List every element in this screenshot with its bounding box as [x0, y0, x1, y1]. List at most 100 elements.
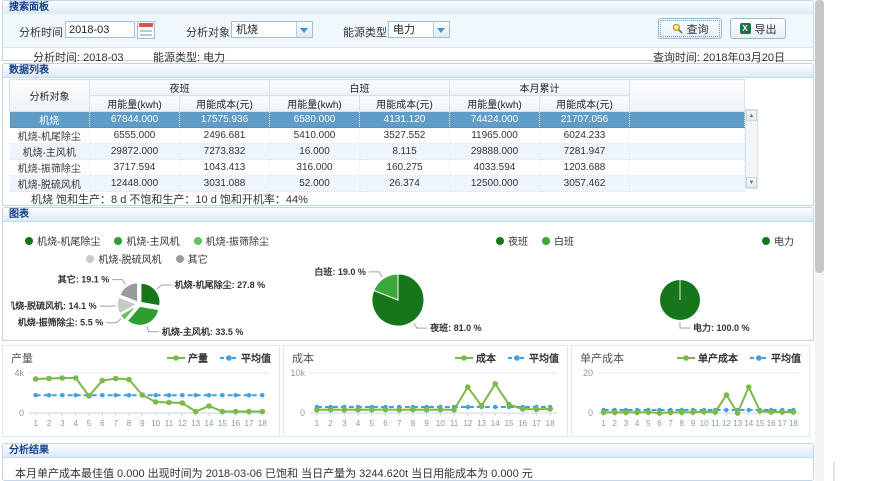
legend-item[interactable]: 机烧-主风机 [114, 233, 179, 248]
legend-item[interactable]: 夜班 [496, 233, 528, 248]
column-header-object[interactable]: 分析对象 [10, 80, 90, 112]
scroll-down-icon[interactable]: ▼ [746, 177, 757, 188]
analysis-object-label: 分析对象 [186, 24, 230, 40]
table-row[interactable]: 机烧-机尾除尘6555.0002496.6815410.0003527.5521… [10, 128, 745, 144]
svg-text:3: 3 [624, 419, 629, 428]
excel-icon: X [740, 23, 751, 34]
analysis-time-input[interactable] [65, 21, 135, 38]
query-button[interactable]: 查询 [658, 18, 722, 39]
analysis-object-select[interactable]: 机烧 [231, 21, 313, 38]
legend-item[interactable]: 产量 [167, 350, 208, 365]
svg-text:5: 5 [87, 419, 92, 428]
svg-text:7: 7 [113, 419, 118, 428]
column-group-header[interactable]: 本月累计 [450, 80, 630, 96]
search-panel-title: 搜索面板 [3, 1, 813, 15]
chevron-down-icon[interactable] [433, 22, 449, 37]
svg-text:白班: 19.0 %: 白班: 19.0 % [314, 266, 366, 277]
legend-item[interactable]: 成本 [455, 350, 496, 365]
svg-text:18: 18 [258, 419, 267, 428]
app-screen: 搜索面板 分析时间 分析对象 机烧 能源类型 电力 [0, 0, 872, 481]
svg-text:8: 8 [680, 419, 685, 428]
svg-text:10k: 10k [290, 368, 305, 378]
column-group-header[interactable]: 白班 [270, 80, 450, 96]
line-chart-production: 产量 产量 平均值4k0123456789101112131415161718 [2, 345, 280, 437]
column-subheader[interactable]: 用能量(kwh) [90, 96, 180, 112]
table-row[interactable]: 机烧-振筛除尘3717.5941043.413316.000160.275403… [10, 160, 745, 176]
svg-text:15: 15 [755, 419, 764, 428]
line-chart-svg: 4k0123456789101112131415161718 [3, 365, 277, 435]
table-row[interactable]: 机烧-主风机29872.0007273.83216.0008.11529888.… [10, 144, 745, 160]
svg-text:4: 4 [635, 419, 640, 428]
legend-item[interactable]: 机烧-机尾除尘 [25, 233, 100, 248]
search-panel: 搜索面板 分析时间 分析对象 机烧 能源类型 电力 [2, 0, 814, 61]
svg-text:14: 14 [744, 419, 753, 428]
pie-chart-energy-type: 电力电力: 100.0 % [593, 224, 808, 338]
legend-line-icon [677, 354, 695, 362]
svg-text:10: 10 [436, 419, 445, 428]
legend-dot-icon [762, 237, 770, 245]
page-scrollbar-thumb[interactable] [815, 0, 824, 273]
line-chart-title: 产量 [11, 350, 33, 366]
svg-text:14: 14 [491, 419, 500, 428]
table-row[interactable]: 机烧67844.00017575.9366580.0004131.1207442… [10, 112, 745, 128]
column-subheader[interactable]: 用能成本(元) [180, 96, 270, 112]
svg-text:16: 16 [518, 419, 527, 428]
chevron-down-icon[interactable] [296, 22, 312, 37]
svg-text:9: 9 [140, 419, 145, 428]
svg-text:2: 2 [328, 419, 333, 428]
svg-text:15: 15 [218, 419, 227, 428]
line-chart-title: 成本 [292, 350, 314, 366]
line-chart-unit-cost: 单产成本 单产成本 平均值200123456789101112131415161… [571, 345, 810, 437]
svg-text:0: 0 [588, 408, 593, 418]
svg-text:其它: 19.1 %: 其它: 19.1 % [58, 274, 110, 285]
svg-text:6: 6 [657, 419, 662, 428]
svg-text:5: 5 [646, 419, 651, 428]
legend-item[interactable]: 机烧-振筛除尘 [194, 233, 269, 248]
charts-panel: 图表 机烧-机尾除尘机烧-主风机机烧-振筛除尘机烧-脱硫风机其它机烧-机尾除尘:… [2, 207, 814, 341]
svg-text:12: 12 [178, 419, 187, 428]
charts-panel-title: 图表 [3, 208, 813, 222]
export-button[interactable]: X 导出 [730, 18, 786, 39]
svg-text:16: 16 [767, 419, 776, 428]
svg-text:10: 10 [700, 419, 709, 428]
svg-text:1: 1 [601, 419, 606, 428]
pie-legend: 夜班白班 [288, 233, 588, 248]
legend-item[interactable]: 单产成本 [677, 350, 738, 365]
legend-line-icon [750, 354, 768, 362]
svg-text:12: 12 [722, 419, 731, 428]
legend-item[interactable]: 白班 [542, 233, 574, 248]
legend-line-icon [455, 354, 473, 362]
data-list-title: 数据列表 [3, 64, 813, 78]
search-form: 分析时间 分析对象 机烧 能源类型 电力 查询 [3, 14, 813, 48]
column-subheader[interactable]: 用能成本(元) [360, 96, 450, 112]
calendar-icon[interactable] [137, 21, 155, 39]
column-subheader[interactable]: 用能量(kwh) [270, 96, 360, 112]
svg-text:9: 9 [691, 419, 696, 428]
legend-item[interactable]: 电力 [762, 233, 794, 248]
column-subheader[interactable]: 用能成本(元) [540, 96, 630, 112]
svg-text:14: 14 [205, 419, 214, 428]
table-row[interactable]: 机烧-脱硫风机12448.0003031.08852.00026.3741250… [10, 176, 745, 192]
line-chart-svg: 10k0123456789101112131415161718 [284, 365, 565, 435]
legend-line-icon [167, 354, 185, 362]
svg-text:4k: 4k [14, 368, 24, 378]
legend-item[interactable]: 平均值 [220, 350, 271, 365]
analysis-result-title: 分析结果 [3, 444, 813, 458]
column-subheader[interactable]: 用能量(kwh) [450, 96, 540, 112]
data-table-container: 分析对象夜班白班本月累计用能量(kwh)用能成本(元)用能量(kwh)用能成本(… [9, 79, 745, 192]
legend-line-icon [508, 354, 526, 362]
line-chart-title: 单产成本 [580, 350, 624, 366]
scroll-up-icon[interactable]: ▲ [746, 110, 757, 121]
svg-text:18: 18 [546, 419, 555, 428]
legend-item[interactable]: 平均值 [750, 350, 801, 365]
svg-text:夜班: 81.0 %: 夜班: 81.0 % [429, 322, 482, 333]
column-group-header[interactable]: 夜班 [90, 80, 270, 96]
svg-text:电力: 100.0 %: 电力: 100.0 % [693, 322, 750, 333]
table-scrollbar[interactable]: ▲ ▼ [745, 109, 758, 189]
svg-text:0: 0 [19, 408, 24, 418]
energy-type-select[interactable]: 电力 [388, 21, 450, 38]
legend-item[interactable]: 平均值 [508, 350, 559, 365]
svg-text:20: 20 [583, 368, 593, 378]
analysis-result-text: 本月单产成本最佳值 0.000 出现时间为 2018-03-06 已饱和 当日产… [15, 465, 533, 481]
svg-text:10: 10 [151, 419, 160, 428]
